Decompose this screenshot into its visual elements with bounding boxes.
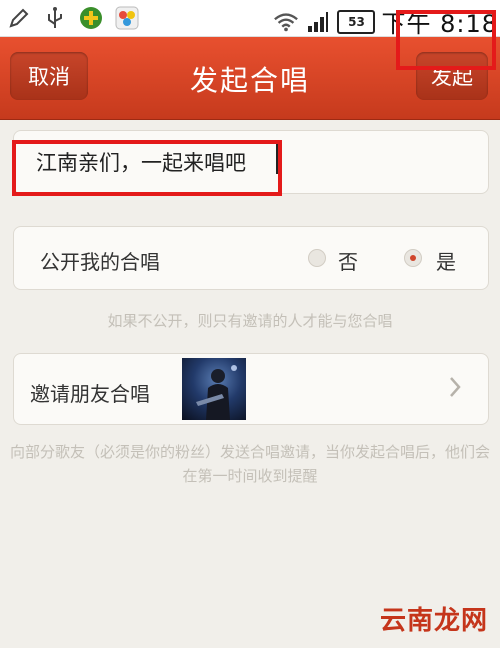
battery-indicator: 53 xyxy=(337,9,376,34)
chevron-right-icon xyxy=(448,375,462,405)
radio-no[interactable] xyxy=(308,249,326,267)
radio-no-label[interactable]: 否 xyxy=(338,246,358,275)
radio-yes[interactable] xyxy=(404,249,422,267)
wifi-icon xyxy=(273,9,299,35)
watermark: 云南龙网 xyxy=(379,606,488,636)
game-center-icon xyxy=(114,5,140,31)
invite-friends-label: 邀请朋友合唱 xyxy=(30,382,150,406)
invite-hint: 向部分歌友（必须是你的粉丝）发送合唱邀请，当你发起合唱后，他们会在第一时间收到提… xyxy=(10,443,491,485)
edit-icon xyxy=(6,5,32,31)
friend-avatar-thumbnail xyxy=(182,358,246,420)
notification-icons xyxy=(6,5,140,31)
publish-highlight-box xyxy=(396,10,496,70)
invite-friends-row[interactable]: 邀请朋友合唱 xyxy=(13,353,489,425)
public-setting-row: 公开我的合唱 否 是 xyxy=(13,226,489,290)
public-setting-label: 公开我的合唱 xyxy=(40,250,160,274)
input-highlight-box xyxy=(12,140,282,196)
signal-icon xyxy=(305,9,331,35)
usb-icon xyxy=(42,5,68,31)
public-setting-hint: 如果不公开，则只有邀请的人才能与您合唱 xyxy=(107,312,393,330)
radio-yes-label[interactable]: 是 xyxy=(436,246,456,275)
app-shop-icon xyxy=(78,5,104,31)
